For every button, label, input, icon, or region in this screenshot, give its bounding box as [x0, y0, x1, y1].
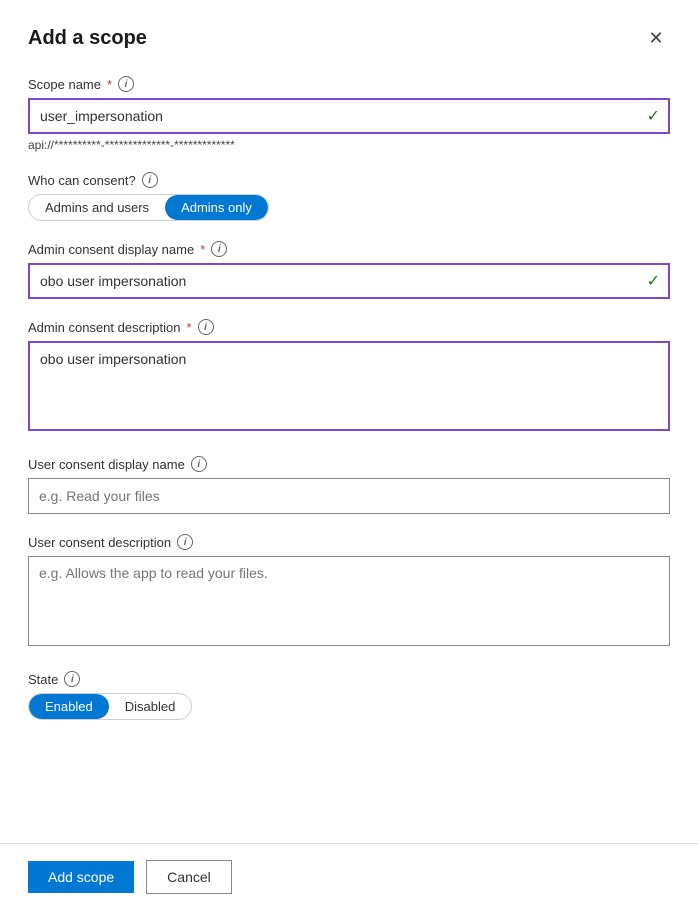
admins-and-users-btn[interactable]: Admins and users	[29, 195, 165, 220]
state-info-icon[interactable]: i	[64, 671, 80, 687]
close-button[interactable]: ✕	[642, 24, 670, 52]
admins-only-btn[interactable]: Admins only	[165, 195, 268, 220]
admin-consent-description-label-text: Admin consent description	[28, 320, 180, 335]
user-consent-display-name-label: User consent display name i	[28, 456, 670, 472]
admin-consent-display-name-group: Admin consent display name * i ✓	[28, 241, 670, 299]
who-can-consent-label-text: Who can consent?	[28, 173, 136, 188]
admin-consent-description-textarea[interactable]: obo user impersonation	[28, 341, 670, 431]
user-consent-display-name-info-icon[interactable]: i	[191, 456, 207, 472]
state-label: State i	[28, 671, 670, 687]
user-consent-description-textarea[interactable]	[28, 556, 670, 646]
user-consent-description-label-text: User consent description	[28, 535, 171, 550]
admin-consent-display-name-input[interactable]	[28, 263, 670, 299]
user-consent-description-group: User consent description i	[28, 534, 670, 651]
state-label-text: State	[28, 672, 58, 687]
scope-name-required: *	[107, 77, 112, 92]
admin-consent-description-info-icon[interactable]: i	[198, 319, 214, 335]
admin-consent-description-label: Admin consent description * i	[28, 319, 670, 335]
admin-consent-display-name-input-wrapper: ✓	[28, 263, 670, 299]
scope-name-label: Scope name * i	[28, 76, 670, 92]
close-icon: ✕	[648, 28, 663, 49]
who-can-consent-toggle: Admins and users Admins only	[28, 194, 269, 221]
user-consent-description-label: User consent description i	[28, 534, 670, 550]
user-consent-description-info-icon[interactable]: i	[177, 534, 193, 550]
dialog-title: Add a scope	[28, 27, 147, 50]
admin-consent-description-group: Admin consent description * i obo user i…	[28, 319, 670, 436]
dialog-footer: Add scope Cancel	[0, 843, 698, 910]
cancel-button[interactable]: Cancel	[146, 860, 232, 894]
state-enabled-btn[interactable]: Enabled	[29, 694, 109, 719]
who-can-consent-info-icon[interactable]: i	[142, 172, 158, 188]
admin-consent-display-name-info-icon[interactable]: i	[211, 241, 227, 257]
who-can-consent-label: Who can consent? i	[28, 172, 670, 188]
user-consent-display-name-input[interactable]	[28, 478, 670, 514]
state-toggle: Enabled Disabled	[28, 693, 192, 720]
state-group: State i Enabled Disabled	[28, 671, 670, 720]
scope-name-input-wrapper: ✓	[28, 98, 670, 134]
user-consent-display-name-label-text: User consent display name	[28, 457, 185, 472]
admin-consent-description-required: *	[186, 320, 191, 335]
add-scope-button[interactable]: Add scope	[28, 861, 134, 893]
user-consent-display-name-group: User consent display name i	[28, 456, 670, 514]
scope-name-group: Scope name * i ✓ api://**********-******…	[28, 76, 670, 152]
admin-consent-display-name-label: Admin consent display name * i	[28, 241, 670, 257]
add-scope-dialog: Add a scope ✕ Scope name * i ✓ api://***…	[0, 0, 698, 910]
dialog-body: Scope name * i ✓ api://**********-******…	[0, 68, 698, 843]
scope-name-info-icon[interactable]: i	[118, 76, 134, 92]
scope-name-checkmark: ✓	[647, 106, 660, 126]
who-can-consent-group: Who can consent? i Admins and users Admi…	[28, 172, 670, 221]
state-disabled-btn[interactable]: Disabled	[109, 694, 192, 719]
scope-name-label-text: Scope name	[28, 77, 101, 92]
user-consent-display-name-input-wrapper	[28, 478, 670, 514]
api-url-display: api://**********-**************-********…	[28, 138, 670, 152]
dialog-header: Add a scope ✕	[0, 0, 698, 68]
scope-name-input[interactable]	[28, 98, 670, 134]
admin-consent-display-name-label-text: Admin consent display name	[28, 242, 194, 257]
admin-consent-display-name-required: *	[200, 242, 205, 257]
admin-consent-display-name-checkmark: ✓	[647, 271, 660, 291]
